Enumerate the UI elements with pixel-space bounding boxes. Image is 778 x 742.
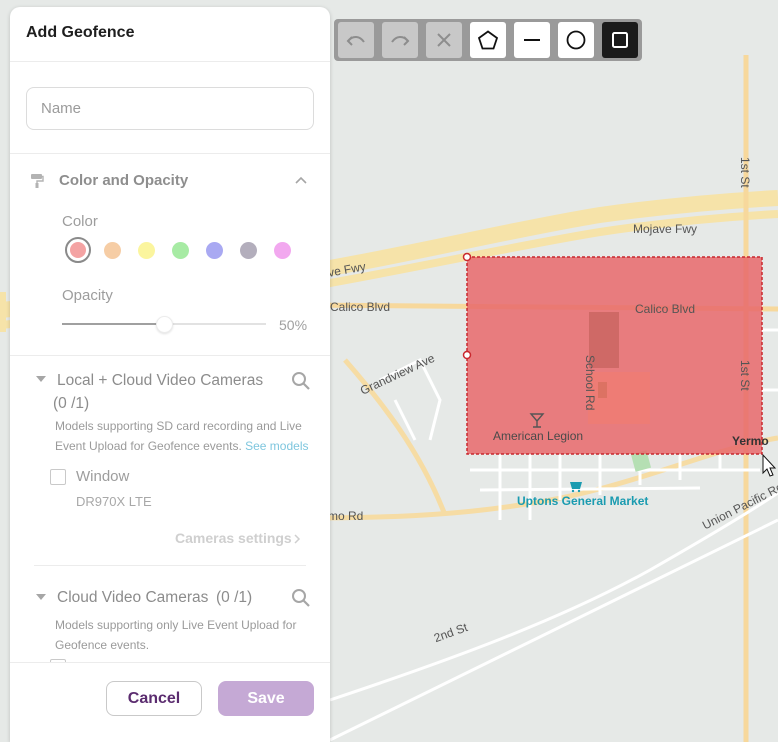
map-label-mo-rd: mo Rd [328, 509, 364, 523]
color-section-title: Color and Opacity [59, 172, 189, 189]
map-label-first-st-right: 1st St [738, 360, 752, 391]
opacity-label: Opacity [62, 287, 113, 304]
map-label-yermo: Yermo [732, 434, 769, 448]
chevron-right-icon[interactable] [294, 534, 301, 544]
name-input[interactable] [26, 87, 314, 130]
divider [34, 565, 306, 566]
chevron-up-icon[interactable] [294, 175, 308, 185]
divider [10, 355, 330, 356]
caret-down-icon[interactable] [36, 594, 46, 600]
opacity-slider-fill [62, 323, 164, 325]
circle-icon [566, 30, 586, 50]
opacity-value: 50% [279, 317, 308, 333]
undo-icon [346, 36, 365, 46]
panel-title: Add Geofence [26, 24, 135, 41]
redo-icon [391, 36, 410, 46]
map-label-american-legion: American Legion [493, 429, 584, 443]
rectangle-tool-button[interactable] [602, 22, 638, 58]
cloud-only-description: Models supporting only Live Event Upload… [55, 618, 297, 652]
map-label-calico-right: Calico Blvd [635, 302, 696, 316]
polygon-tool-button[interactable] [470, 22, 506, 58]
camera-checkbox[interactable] [50, 469, 66, 485]
map-label-calico-left: Calico Blvd [330, 300, 391, 314]
camera-name: Window [76, 468, 130, 485]
add-geofence-panel: Add Geofence Color and Opacity [10, 7, 330, 742]
circle-tool-button[interactable] [558, 22, 594, 58]
draw-toolbar [334, 19, 642, 61]
map-label-mojave: Mojave Fwy [633, 222, 698, 236]
save-button[interactable]: Save [218, 681, 314, 716]
cloud-only-count: (0 /1) [216, 589, 253, 606]
line-icon [524, 39, 540, 41]
search-icon[interactable] [291, 371, 311, 391]
color-swatch[interactable] [205, 241, 223, 259]
opacity-slider[interactable] [62, 316, 266, 333]
caret-down-icon[interactable] [36, 376, 46, 382]
search-icon[interactable] [291, 588, 311, 608]
local-cloud-title: Local + Cloud Video Cameras [57, 372, 264, 389]
paint-roller-icon [30, 173, 44, 189]
undo-button[interactable] [338, 22, 374, 58]
opacity-slider-thumb[interactable] [156, 316, 173, 333]
local-cloud-description: Models supporting SD card recording and … [55, 416, 315, 456]
color-swatch[interactable] [171, 241, 189, 259]
cancel-button[interactable]: Cancel [106, 681, 202, 716]
cameras-settings-link[interactable]: Cameras settings [175, 530, 292, 546]
map-label-uptons: Uptons General Market [517, 494, 649, 508]
map-label-first-st-top: 1st St [738, 157, 752, 188]
color-swatch[interactable] [137, 241, 155, 259]
close-icon [437, 33, 451, 47]
see-models-link[interactable]: See models [245, 439, 308, 453]
color-swatch[interactable] [273, 241, 291, 259]
app-root: Mojave Fwy ve Fwy Calico Blvd Calico Blv… [0, 0, 778, 742]
panel-header: Add Geofence [10, 7, 330, 62]
color-swatch[interactable] [65, 237, 91, 263]
line-tool-button[interactable] [514, 22, 550, 58]
clear-button[interactable] [426, 22, 462, 58]
color-swatch[interactable] [239, 241, 257, 259]
camera-model: DR970X LTE [76, 494, 152, 509]
color-swatch[interactable] [103, 241, 121, 259]
pentagon-icon [477, 30, 499, 50]
map-label-school-rd: School Rd [583, 355, 597, 411]
square-icon [612, 32, 628, 48]
cloud-only-title: Cloud Video Cameras [57, 589, 209, 606]
divider [10, 153, 330, 154]
color-section-header[interactable]: Color and Opacity [10, 169, 330, 193]
panel-footer: Cancel Save [10, 662, 330, 742]
color-label: Color [62, 213, 98, 230]
local-cloud-count: (0 /1) [53, 395, 90, 412]
redo-button[interactable] [382, 22, 418, 58]
panel-body[interactable]: Color and Opacity Color Opacity 50% [10, 62, 330, 662]
